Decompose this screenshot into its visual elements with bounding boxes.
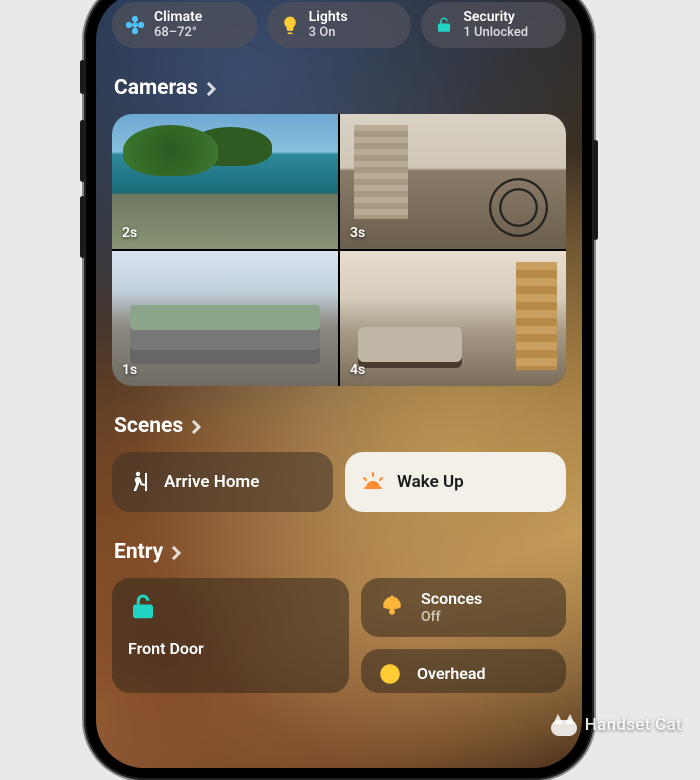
tile-title: Sconces <box>421 590 482 608</box>
camera-timestamp: 1s <box>122 362 137 378</box>
chip-subtitle: 68–72° <box>154 26 202 40</box>
camera-timestamp: 2s <box>122 225 137 241</box>
camera-feed[interactable]: 2s <box>112 114 338 249</box>
tile-overhead[interactable]: Overhead <box>361 649 566 693</box>
scene-label: Arrive Home <box>164 472 259 492</box>
chip-climate[interactable]: Climate 68–72° <box>112 2 257 48</box>
phone-side-button <box>80 120 85 182</box>
tile-title: Overhead <box>417 665 485 683</box>
camera-grid: 2s 3s 1s 4s <box>112 114 566 386</box>
tile-title: Front Door <box>128 640 333 658</box>
section-header-entry[interactable]: Entry <box>114 540 564 564</box>
scene-wake-up[interactable]: Wake Up <box>345 452 566 512</box>
entry-row: Front Door Sconces Off <box>112 578 566 692</box>
phone-side-button <box>80 60 85 94</box>
chevron-right-icon <box>202 82 216 96</box>
camera-timestamp: 3s <box>350 225 365 241</box>
section-title: Scenes <box>114 414 183 438</box>
watermark-text: Handset Cat <box>585 715 682 735</box>
chevron-right-icon <box>167 546 181 560</box>
category-chips-row: Climate 68–72° Lights 3 On <box>112 2 566 48</box>
camera-feed[interactable]: 1s <box>112 251 338 386</box>
chip-title: Climate <box>154 10 202 25</box>
phone-side-button <box>593 140 598 240</box>
phone-frame: Climate 68–72° Lights 3 On <box>84 0 594 780</box>
fan-icon <box>124 14 146 36</box>
tile-subtitle: Off <box>421 609 482 625</box>
section-header-cameras[interactable]: Cameras <box>114 76 564 100</box>
phone-side-button <box>80 196 85 258</box>
section-title: Entry <box>114 540 163 564</box>
section-title: Cameras <box>114 76 198 100</box>
chevron-right-icon <box>187 420 201 434</box>
section-header-scenes[interactable]: Scenes <box>114 414 564 438</box>
scenes-row: Arrive Home Wake Up <box>112 452 566 512</box>
sunrise-icon <box>361 470 385 494</box>
chip-title: Lights <box>309 10 348 25</box>
cat-icon <box>551 714 577 736</box>
ceiling-light-icon <box>377 593 407 623</box>
chip-title: Security <box>463 10 528 25</box>
camera-timestamp: 4s <box>350 362 365 378</box>
tile-front-door[interactable]: Front Door <box>112 578 349 692</box>
chip-subtitle: 1 Unlocked <box>463 26 528 40</box>
lock-icon <box>128 592 158 622</box>
scene-arrive-home[interactable]: Arrive Home <box>112 452 333 512</box>
person-arriving-icon <box>128 470 152 494</box>
watermark: Handset Cat <box>551 714 682 736</box>
camera-feed[interactable]: 4s <box>340 251 566 386</box>
camera-feed[interactable]: 3s <box>340 114 566 249</box>
chip-subtitle: 3 On <box>309 26 348 40</box>
tile-sconces[interactable]: Sconces Off <box>361 578 566 636</box>
scene-label: Wake Up <box>397 472 464 492</box>
phone-screen: Climate 68–72° Lights 3 On <box>96 0 582 768</box>
lock-icon <box>433 14 455 36</box>
chip-security[interactable]: Security 1 Unlocked <box>421 2 566 48</box>
bulb-icon <box>279 14 301 36</box>
chip-lights[interactable]: Lights 3 On <box>267 2 412 48</box>
bulb-icon <box>377 661 403 687</box>
